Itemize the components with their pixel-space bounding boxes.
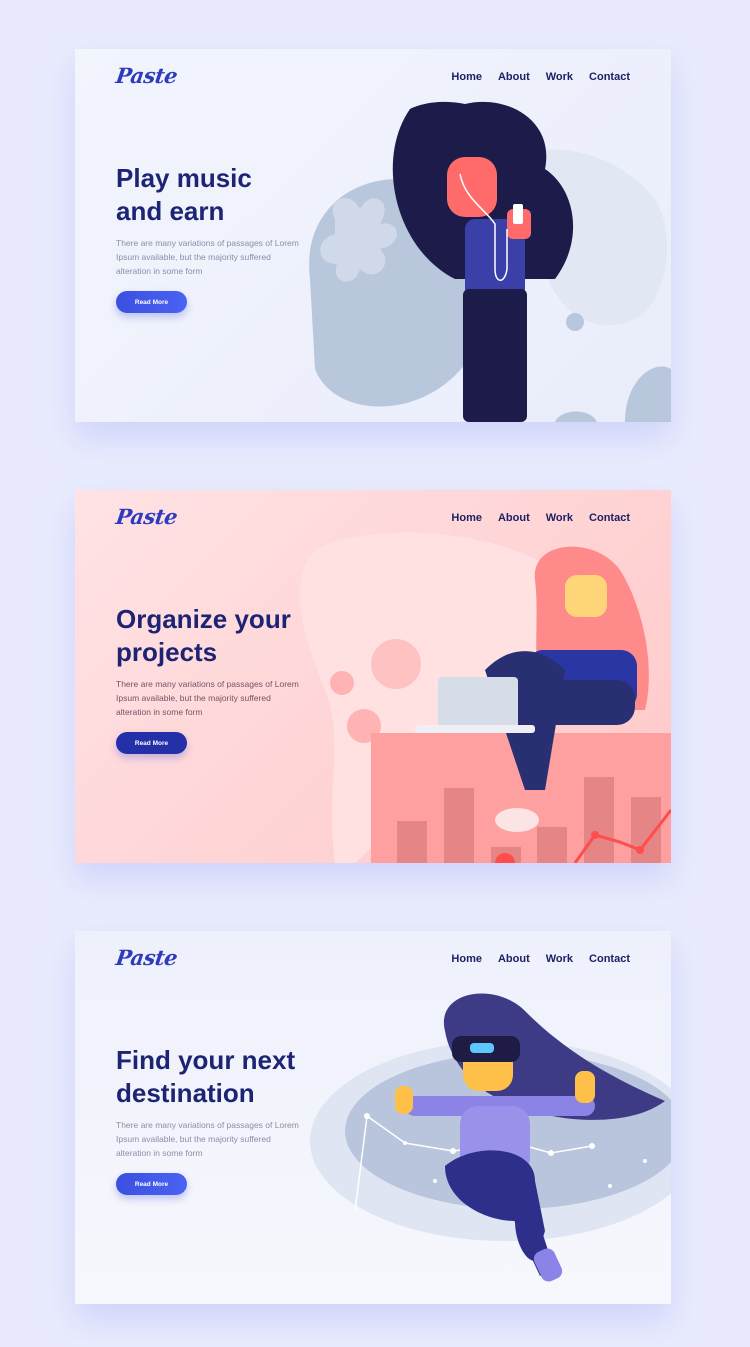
read-more-button[interactable]: Read More	[116, 291, 187, 313]
main-nav: Home About Work Contact	[451, 953, 630, 965]
hero-title-line2: projects	[116, 637, 218, 667]
logo[interactable]: Paste	[114, 504, 179, 529]
nav-contact[interactable]: Contact	[589, 953, 630, 965]
hero-title: Play music and earn	[116, 162, 326, 228]
nav-contact[interactable]: Contact	[589, 71, 630, 83]
nav-home[interactable]: Home	[451, 512, 482, 524]
hero-title-line2: destination	[116, 1078, 255, 1108]
main-nav: Home About Work Contact	[451, 512, 630, 524]
nav-work[interactable]: Work	[546, 512, 573, 524]
hero-description: There are many variations of passages of…	[116, 679, 299, 717]
nav-contact[interactable]: Contact	[589, 512, 630, 524]
main-nav: Home About Work Contact	[451, 71, 630, 83]
nav-home[interactable]: Home	[451, 953, 482, 965]
nav-work[interactable]: Work	[546, 71, 573, 83]
hero-title-line2: and earn	[116, 196, 225, 226]
hero-title-line1: Find your next	[116, 1045, 296, 1075]
nav-about[interactable]: About	[498, 953, 530, 965]
hero-description: There are many variations of passages of…	[116, 1120, 299, 1158]
hero-title: Find your next destination	[116, 1044, 326, 1110]
nav-about[interactable]: About	[498, 512, 530, 524]
read-more-button[interactable]: Read More	[116, 732, 187, 754]
hero-title-line1: Play music	[116, 163, 252, 193]
landing-card-destination: Paste Home About Work Contact Find your …	[75, 931, 671, 1304]
hero-description: There are many variations of passages of…	[116, 238, 299, 276]
nav-home[interactable]: Home	[451, 71, 482, 83]
landing-card-projects: Paste Home About Work Contact Organize y…	[75, 490, 671, 863]
read-more-button[interactable]: Read More	[116, 1173, 187, 1195]
logo[interactable]: Paste	[114, 63, 179, 88]
nav-about[interactable]: About	[498, 71, 530, 83]
nav-work[interactable]: Work	[546, 953, 573, 965]
hero-title-line1: Organize your	[116, 604, 291, 634]
logo[interactable]: Paste	[114, 945, 179, 970]
landing-card-music: Paste Home About Work Contact Play music…	[75, 49, 671, 422]
hero-title: Organize your projects	[116, 603, 326, 669]
